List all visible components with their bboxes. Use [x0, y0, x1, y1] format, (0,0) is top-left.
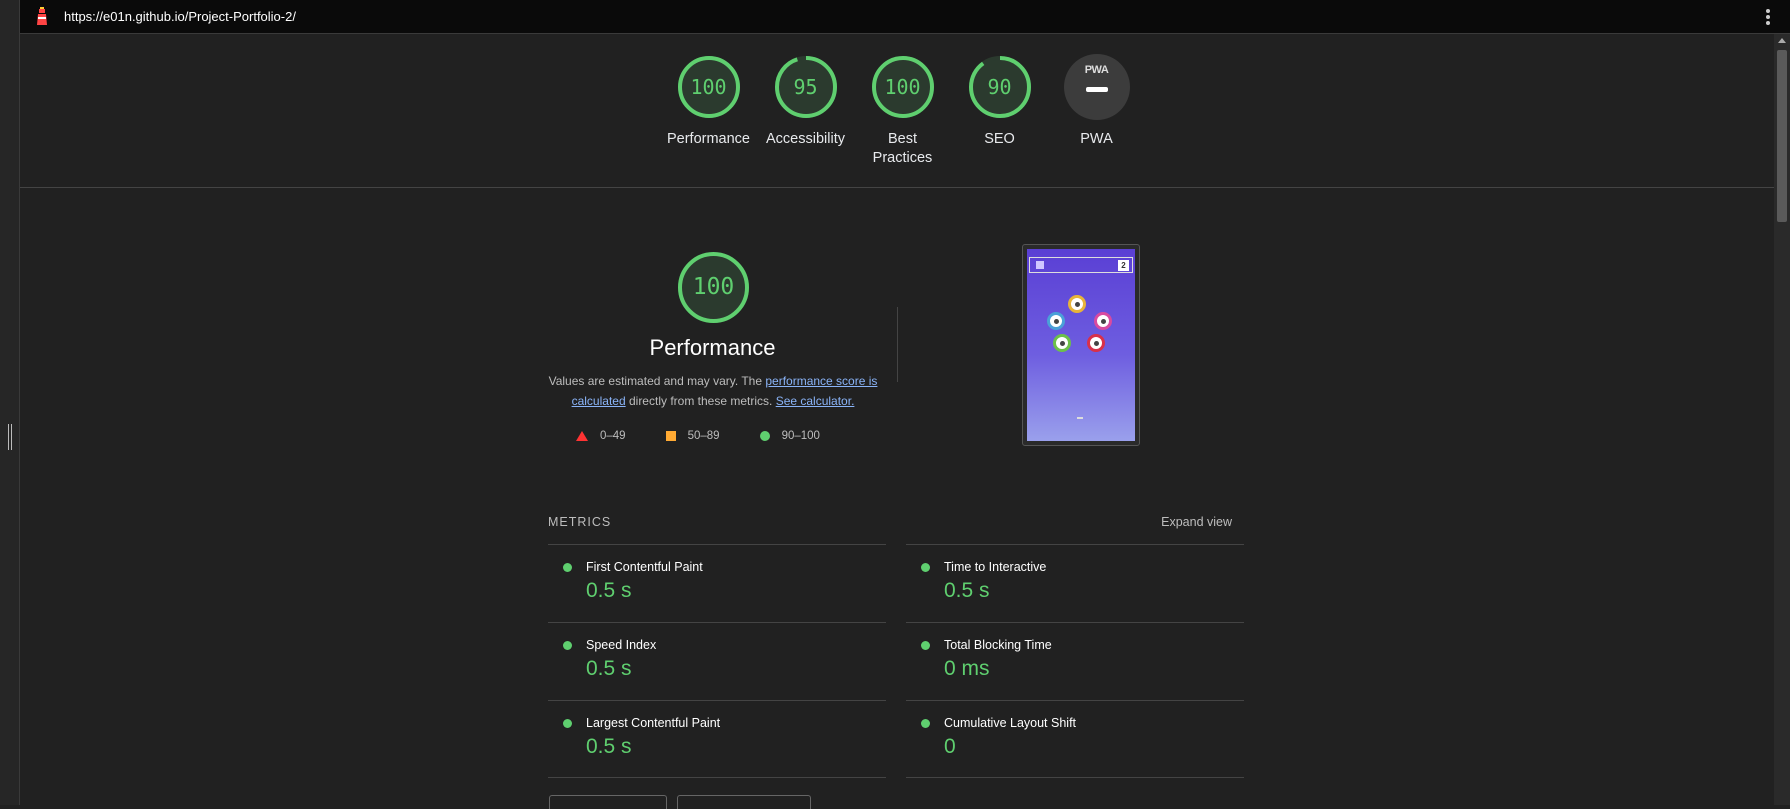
see-calculator-link[interactable]: See calculator.: [776, 394, 855, 408]
choice-circle-icon: [1047, 312, 1065, 330]
legend-label: 50–89: [687, 430, 720, 442]
metric-value: 0.5 s: [586, 657, 632, 680]
metric-divider: [906, 777, 1244, 778]
metric-name: Cumulative Layout Shift: [944, 716, 1077, 730]
screenshot-image: 2: [1027, 249, 1135, 441]
lighthouse-icon: [34, 6, 50, 27]
metric-time-to-interactive: Time to Interactive 0.5 s: [906, 544, 1244, 622]
pwa-logo-text: PWA: [1084, 64, 1109, 76]
metric-name: Largest Contentful Paint: [586, 716, 721, 730]
metric-value: 0 ms: [944, 657, 990, 680]
filter-button[interactable]: [549, 795, 667, 809]
metric-value: 0.5 s: [944, 579, 990, 602]
metric-name: Time to Interactive: [944, 560, 1047, 574]
gauge-best-practices[interactable]: 100 Best Practices: [854, 54, 951, 168]
pwa-badge: PWA: [1063, 54, 1130, 120]
performance-title: Performance: [649, 335, 776, 360]
screenshot-logo-icon: [1036, 261, 1044, 269]
pass-dot-icon: [921, 641, 930, 650]
metric-name: Total Blocking Time: [944, 638, 1052, 652]
triangle-icon: [576, 431, 588, 441]
legend-pass: 90–100: [759, 430, 820, 442]
devtools-left-gutter: [0, 0, 20, 805]
gauge-score: 90: [987, 75, 1012, 99]
gauge-label: Performance: [666, 131, 750, 147]
gauge-label: PWA: [1080, 131, 1113, 147]
metric-total-blocking-time: Total Blocking Time 0 ms: [906, 622, 1244, 700]
metric-cumulative-layout-shift: Cumulative Layout Shift 0: [906, 700, 1244, 778]
gauge-label: Accessibility: [766, 131, 845, 147]
metric-speed-index: Speed Index 0.5 s: [548, 622, 886, 700]
scroll-up-icon[interactable]: [1778, 38, 1786, 43]
screenshot-footer-mark: [1077, 417, 1083, 419]
resize-handle[interactable]: [8, 424, 12, 450]
report-url-bar: https://e01n.github.io/Project-Portfolio…: [20, 0, 1790, 34]
circle-icon: [759, 431, 770, 441]
metric-name: Speed Index: [586, 638, 657, 652]
screenshot-header: 2: [1029, 257, 1133, 273]
choice-circle-icon: [1053, 334, 1071, 352]
metric-divider: [548, 777, 886, 778]
more-options-icon[interactable]: [1766, 9, 1770, 25]
metric-largest-contentful-paint: Largest Contentful Paint 0.5 s: [548, 700, 886, 778]
performance-description: Values are estimated and may vary. The p…: [548, 371, 878, 411]
legend-label: 0–49: [600, 430, 626, 442]
desc-text: Values are estimated and may vary. The: [548, 374, 766, 388]
metric-value: 0.5 s: [586, 579, 632, 602]
expand-view-toggle[interactable]: Expand view: [1161, 515, 1232, 529]
gauge-performance[interactable]: 100 Performance: [660, 54, 757, 168]
pass-dot-icon: [921, 563, 930, 572]
choice-circle-icon: [1068, 295, 1086, 313]
vertical-scrollbar[interactable]: [1774, 34, 1790, 805]
legend-average: 50–89: [665, 430, 720, 442]
legend-label: 90–100: [781, 430, 820, 442]
metrics-header: METRICS Expand view: [548, 515, 1232, 535]
square-icon: [665, 431, 676, 441]
scrollbar-thumb[interactable]: [1777, 50, 1787, 222]
pass-dot-icon: [563, 719, 572, 728]
filter-button[interactable]: [677, 795, 811, 809]
report-url[interactable]: https://e01n.github.io/Project-Portfolio…: [64, 9, 296, 24]
legend-fail: 0–49: [576, 430, 626, 442]
pwa-dash-icon: [1085, 87, 1108, 92]
metric-value: 0.5 s: [586, 735, 632, 758]
screenshot-counter: 2: [1118, 260, 1129, 271]
gauge-score: 100: [690, 75, 727, 99]
gauge-pwa[interactable]: PWA PWA: [1048, 54, 1145, 168]
metric-first-contentful-paint: First Contentful Paint 0.5 s: [548, 544, 886, 622]
gauge-score: 95: [793, 75, 818, 99]
metrics-title: METRICS: [548, 515, 612, 529]
final-screenshot-thumbnail[interactable]: 2: [1022, 244, 1140, 446]
pass-dot-icon: [563, 563, 572, 572]
performance-score: 100: [692, 274, 735, 300]
gauge-accessibility[interactable]: 95 Accessibility: [757, 54, 854, 168]
section-divider: [897, 307, 898, 382]
score-summary-header: 100 Performance 95 Accessibility 100 Bes…: [20, 34, 1774, 188]
pass-dot-icon: [563, 641, 572, 650]
desc-text: directly from these metrics.: [625, 394, 776, 408]
metric-value: 0: [944, 735, 956, 758]
gauge-label: Best Practices: [872, 131, 933, 166]
performance-gauge-large: 100: [676, 250, 751, 325]
metric-name: First Contentful Paint: [586, 560, 703, 574]
gauge-score: 100: [884, 75, 921, 99]
pass-dot-icon: [921, 719, 930, 728]
gauge-label: SEO: [984, 131, 1015, 147]
choice-circle-icon: [1087, 334, 1105, 352]
gauge-seo[interactable]: 90 SEO: [951, 54, 1048, 168]
choice-circle-icon: [1094, 312, 1112, 330]
score-legend: 0–49 50–89 90–100: [576, 430, 860, 442]
